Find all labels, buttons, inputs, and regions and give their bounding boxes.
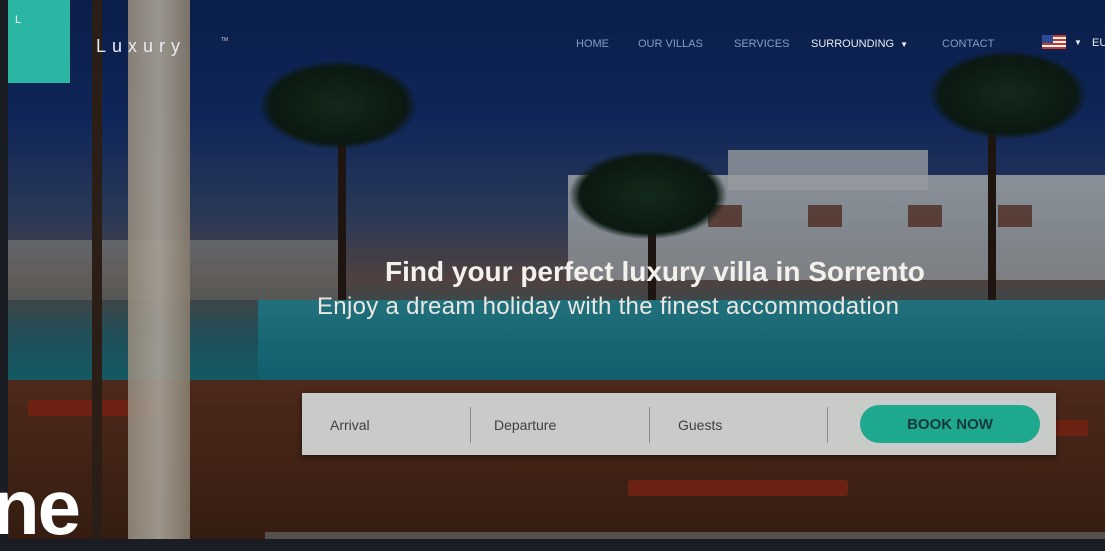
us-flag-icon[interactable] xyxy=(1042,35,1066,49)
caret-down-icon[interactable]: ▼ xyxy=(1074,38,1082,47)
building-window xyxy=(808,205,842,227)
nav-our-villas[interactable]: OUR VILLAS xyxy=(638,38,703,50)
hero-headline: Find your perfect luxury villa in Sorren… xyxy=(385,256,925,287)
palm-leaves xyxy=(568,150,728,240)
building-window xyxy=(908,205,942,227)
building-window xyxy=(998,205,1032,227)
overlay-text: ne xyxy=(0,463,81,551)
brand-trademark: TM xyxy=(221,37,229,43)
building-window xyxy=(708,205,742,227)
palm-leaves xyxy=(258,60,418,150)
nav-surrounding[interactable]: SURROUNDING ▼ xyxy=(811,38,908,50)
content-strip xyxy=(265,532,1105,539)
guests-field[interactable]: Guests xyxy=(678,417,722,433)
departure-field[interactable]: Departure xyxy=(494,417,556,433)
nav-surrounding-label: SURROUNDING xyxy=(811,38,895,50)
divider xyxy=(649,407,650,443)
nav-services[interactable]: SERVICES xyxy=(734,38,789,50)
logo[interactable]: L xyxy=(8,0,70,83)
caret-down-icon: ▼ xyxy=(900,39,909,49)
brand-name[interactable]: Luxury xyxy=(96,36,186,57)
language-selector[interactable]: EU xyxy=(1092,37,1105,49)
palm-leaves xyxy=(928,50,1088,140)
logo-letter: L xyxy=(15,14,22,26)
building-window xyxy=(628,205,662,227)
book-now-button[interactable]: BOOK NOW xyxy=(860,405,1040,443)
divider xyxy=(470,407,471,443)
divider xyxy=(827,407,828,443)
arrival-field[interactable]: Arrival xyxy=(330,417,370,433)
sun-lounger xyxy=(28,400,168,416)
booking-form: Arrival Departure Guests BOOK NOW xyxy=(302,393,1056,455)
nav-home[interactable]: HOME xyxy=(576,38,609,50)
hero-subline: Enjoy a dream holiday with the finest ac… xyxy=(317,293,900,320)
nav-contact[interactable]: CONTACT xyxy=(942,38,994,50)
sun-lounger xyxy=(628,480,848,496)
hotel-roof xyxy=(728,150,928,190)
